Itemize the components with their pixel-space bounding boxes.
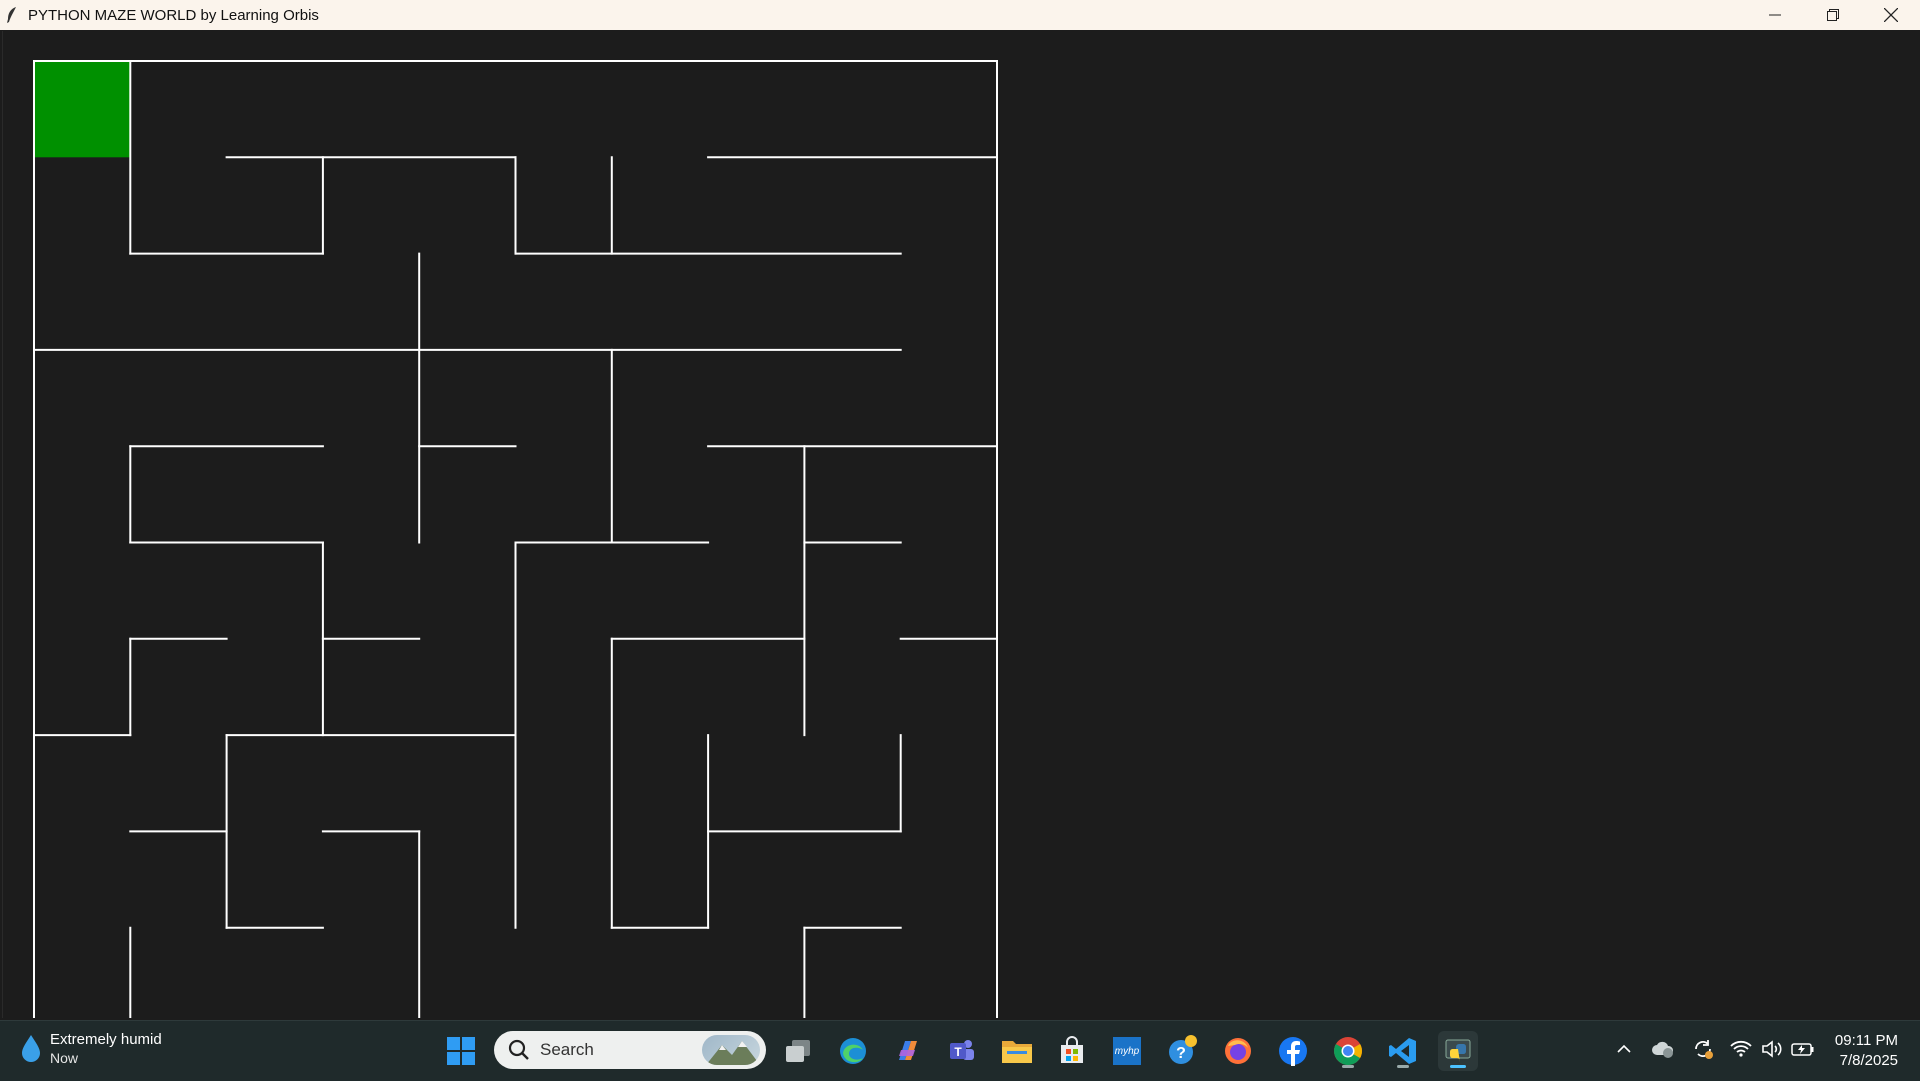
teams-icon: T <box>950 1040 974 1060</box>
minimize-icon <box>1769 14 1781 16</box>
svg-text:?: ? <box>1176 1045 1186 1062</box>
running-indicator <box>1397 1065 1409 1068</box>
battery-status[interactable] <box>1790 1037 1816 1061</box>
speaker-icon <box>1762 1040 1782 1058</box>
close-icon <box>1884 8 1898 22</box>
wifi-status[interactable] <box>1729 1037 1753 1061</box>
title-bar: PYTHON MAZE WORLD by Learning Orbis <box>0 0 1920 30</box>
running-indicator <box>1450 1065 1466 1068</box>
clock-date: 7/8/2025 <box>1839 1052 1898 1069</box>
copilot-icon <box>899 1041 917 1060</box>
sync-icon <box>1695 1040 1713 1059</box>
firefox-button[interactable] <box>1218 1031 1258 1071</box>
chevron-up-icon <box>1617 1044 1631 1053</box>
edge-button[interactable] <box>833 1031 873 1071</box>
feather-icon <box>6 7 22 23</box>
search-highlight-image <box>702 1035 760 1065</box>
volume-status[interactable] <box>1760 1037 1784 1061</box>
close-button[interactable] <box>1862 0 1920 30</box>
svg-text:T: T <box>954 1045 962 1059</box>
folder-icon <box>1002 1041 1032 1063</box>
taskbar: Extremely humid Now Search T myhp ? 09:1… <box>0 1020 1920 1081</box>
battery-charging-icon <box>1791 1043 1814 1056</box>
search-icon <box>508 1039 529 1060</box>
wifi-icon <box>1730 1040 1752 1057</box>
window-controls <box>1746 0 1920 30</box>
water-drop-icon <box>22 1034 40 1062</box>
task-view-icon <box>786 1040 810 1062</box>
cloud-icon <box>1652 1041 1674 1058</box>
copilot-button[interactable] <box>888 1031 928 1071</box>
start-cell <box>35 62 131 158</box>
running-indicator <box>1342 1065 1354 1068</box>
python-button[interactable] <box>1438 1031 1478 1071</box>
facebook-button[interactable] <box>1273 1031 1313 1071</box>
restore-icon <box>1827 9 1839 21</box>
maze <box>33 60 998 1018</box>
edge-icon <box>840 1038 866 1064</box>
vscode-button[interactable] <box>1383 1031 1423 1071</box>
search-box[interactable]: Search <box>494 1031 766 1069</box>
start-button[interactable] <box>441 1031 481 1071</box>
windows-logo-icon <box>447 1037 475 1065</box>
show-hidden-icons-button[interactable] <box>1612 1037 1636 1061</box>
onedrive-status[interactable] <box>1650 1037 1676 1061</box>
vscode-icon <box>1389 1038 1416 1064</box>
store-icon <box>1061 1036 1083 1063</box>
window-title: PYTHON MAZE WORLD by Learning Orbis <box>28 6 319 24</box>
help-icon: ? <box>1169 1035 1197 1064</box>
weather-subtitle: Now <box>50 1050 79 1066</box>
chrome-icon <box>1334 1037 1362 1065</box>
search-placeholder: Search <box>540 1040 594 1059</box>
restore-button[interactable] <box>1804 0 1862 30</box>
help-button[interactable]: ? <box>1163 1031 1203 1071</box>
task-view-button[interactable] <box>778 1031 818 1071</box>
weather-widget[interactable]: Extremely humid Now <box>20 1031 162 1066</box>
chrome-button[interactable] <box>1328 1031 1368 1071</box>
firefox-icon <box>1225 1038 1251 1064</box>
file-explorer-button[interactable] <box>997 1031 1037 1071</box>
teams-button[interactable]: T <box>942 1031 982 1071</box>
python-icon <box>1445 1039 1471 1062</box>
facebook-icon <box>1279 1037 1307 1066</box>
clock[interactable]: 09:11 PM 7/8/2025 <box>1835 1031 1898 1071</box>
minimize-button[interactable] <box>1746 0 1804 30</box>
sync-status[interactable] <box>1690 1037 1716 1061</box>
store-button[interactable] <box>1052 1031 1092 1071</box>
myhp-button[interactable]: myhp <box>1107 1031 1147 1071</box>
weather-title: Extremely humid <box>50 1031 162 1048</box>
clock-time: 09:11 PM <box>1834 1032 1898 1049</box>
maze-canvas[interactable] <box>2 31 1919 1018</box>
myhp-label: myhp <box>1114 1045 1140 1057</box>
